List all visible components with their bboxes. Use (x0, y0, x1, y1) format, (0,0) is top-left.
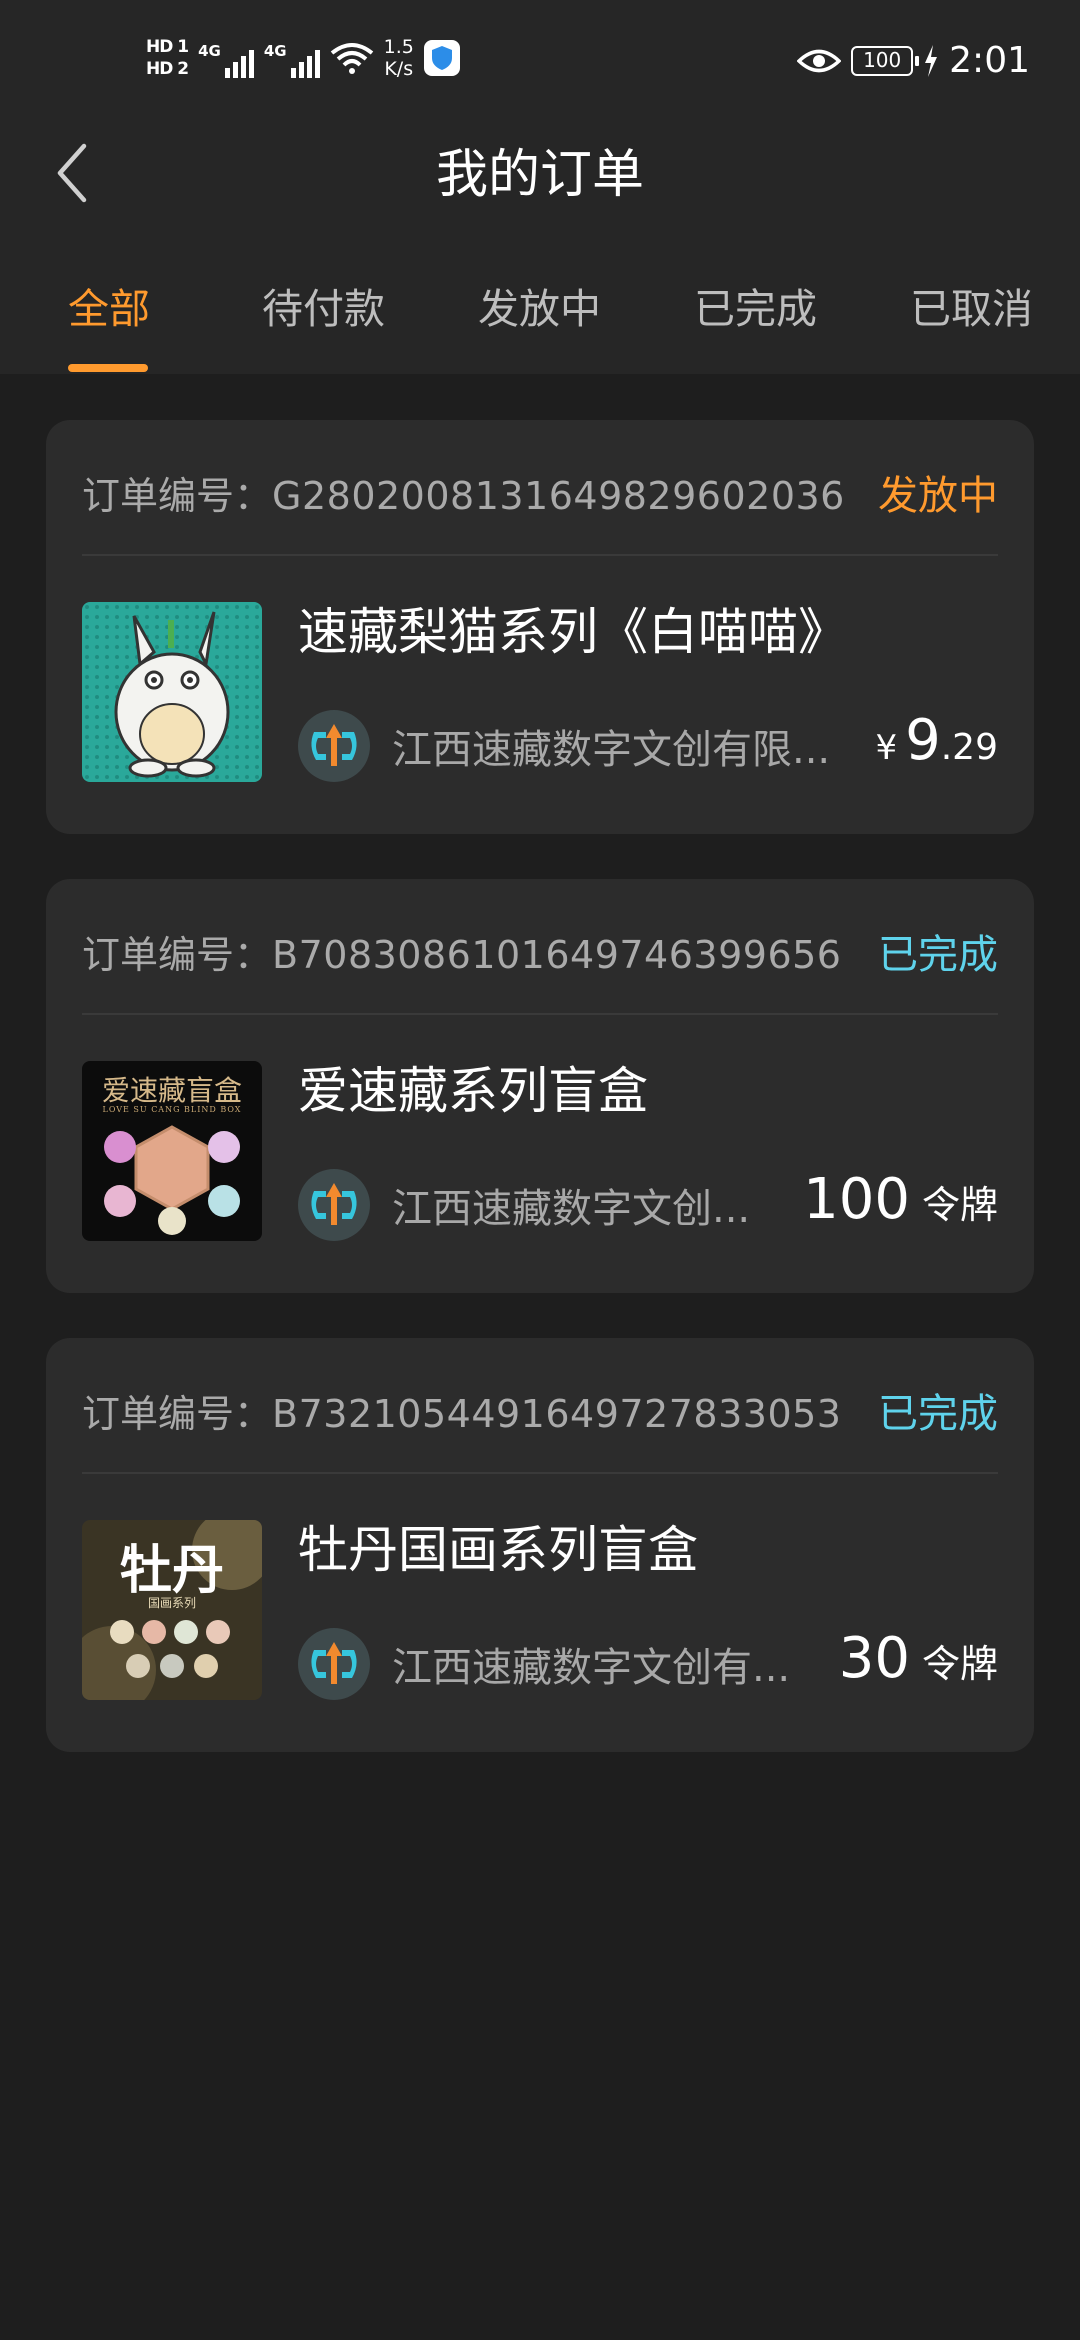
issuer-name: 江西速藏数字文创... (392, 1186, 751, 1232)
order-number-label: 订单编号： (82, 473, 273, 518)
thumb-subtitle: 国画系列 (147, 1596, 196, 1610)
order-number: 订单编号：B7083086101649746399656 (82, 924, 841, 979)
active-tab-indicator (68, 364, 148, 372)
order-number-value: B7321054491649727833053 (272, 1391, 842, 1436)
tab-pending-payment[interactable]: 待付款 (262, 276, 385, 342)
divider (82, 554, 998, 556)
issuer-logo-icon (298, 1169, 370, 1241)
price-value: 100 (803, 1167, 910, 1232)
peony-thumbnail: 牡丹 国画系列 (82, 1520, 262, 1700)
speed-unit: K/s (384, 58, 414, 80)
price-unit: 令牌 (921, 1642, 998, 1686)
tab-all[interactable]: 全部 (68, 276, 150, 342)
price: 100 令牌 (803, 1167, 998, 1232)
wifi-icon (330, 43, 373, 74)
net2-label: 4G (263, 42, 287, 60)
issuer-name: 江西速藏数字文创有限... (392, 727, 831, 773)
product-title: 速藏梨猫系列《白喵喵》 (298, 603, 848, 661)
issuer-name: 江西速藏数字文创有... (392, 1645, 791, 1691)
tab-completed[interactable]: 已完成 (694, 276, 817, 342)
price-integer: 9 (905, 708, 941, 773)
page-title: 我的订单 (435, 145, 644, 205)
battery-icon: 100 (851, 45, 920, 76)
network-speed: 1.5 K/s (384, 36, 414, 80)
order-number-value: G2802008131649829602036 (272, 473, 845, 518)
issuer: 江西速藏数字文创有限... (298, 710, 830, 782)
order-card[interactable]: 订单编号：G2802008131649829602036 发放中 速藏梨猫系列《… (46, 420, 1034, 834)
price-currency: ¥ (875, 728, 898, 768)
order-status: 已完成 (878, 932, 998, 978)
issuer-logo-icon (298, 710, 370, 782)
tab-issuing[interactable]: 发放中 (478, 276, 601, 342)
divider (82, 1013, 998, 1015)
product-title: 爱速藏系列盲盒 (298, 1062, 648, 1120)
order-number: 订单编号：G2802008131649829602036 (82, 465, 845, 520)
issuer: 江西速藏数字文创有... (298, 1628, 790, 1700)
order-tabs: 全部 待付款 发放中 已完成 已取消 (0, 276, 1080, 346)
signal-1-icon: 4G (198, 38, 254, 78)
issuer-logo-icon (298, 1628, 370, 1700)
tab-cancelled[interactable]: 已取消 (910, 276, 1033, 342)
price: 30 令牌 (839, 1626, 998, 1691)
price: ¥9.29 (875, 708, 998, 773)
order-number-label: 订单编号： (82, 1391, 273, 1436)
order-card[interactable]: 订单编号：B7083086101649746399656 已完成 爱速藏盲盒 L… (46, 879, 1034, 1293)
sim2-label: 2 (177, 59, 189, 79)
order-status: 发放中 (878, 473, 998, 519)
hd-indicator: HD 1 HD 2 (146, 37, 189, 79)
hd2-label: HD (146, 59, 173, 79)
eye-icon (797, 49, 842, 72)
battery-level: 100 (863, 47, 902, 72)
order-card[interactable]: 订单编号：B7321054491649727833053 已完成 牡丹 国画系列… (46, 1338, 1034, 1752)
price-decimal: .29 (940, 727, 998, 768)
order-status: 已完成 (878, 1391, 998, 1437)
hd1-label: HD (146, 37, 173, 57)
issuer: 江西速藏数字文创... (298, 1169, 750, 1241)
charging-icon (925, 44, 938, 77)
white-cat-icon (82, 602, 262, 782)
clock: 2:01 (949, 40, 1030, 81)
price-value: 30 (838, 1626, 910, 1691)
price-unit: 令牌 (921, 1183, 998, 1227)
sim1-label: 1 (177, 37, 189, 57)
signal-2-icon: 4G (264, 38, 320, 78)
shield-icon (423, 40, 460, 76)
net1-label: 4G (198, 42, 221, 60)
order-number-value: B7083086101649746399656 (272, 932, 842, 977)
divider (82, 1472, 998, 1474)
status-bar: HD 1 HD 2 4G 4G 1.5 K/s 100 2:01 (0, 30, 1080, 100)
order-number-label: 订单编号： (82, 932, 273, 977)
thumb-title: 牡丹 (119, 1540, 224, 1601)
product-title: 牡丹国画系列盲盒 (298, 1521, 698, 1579)
speed-value: 1.5 (383, 36, 414, 58)
order-number: 订单编号：B7321054491649727833053 (82, 1383, 841, 1438)
blind-box-thumbnail: 爱速藏盲盒 LOVE SU CANG BLIND BOX (82, 1061, 262, 1241)
